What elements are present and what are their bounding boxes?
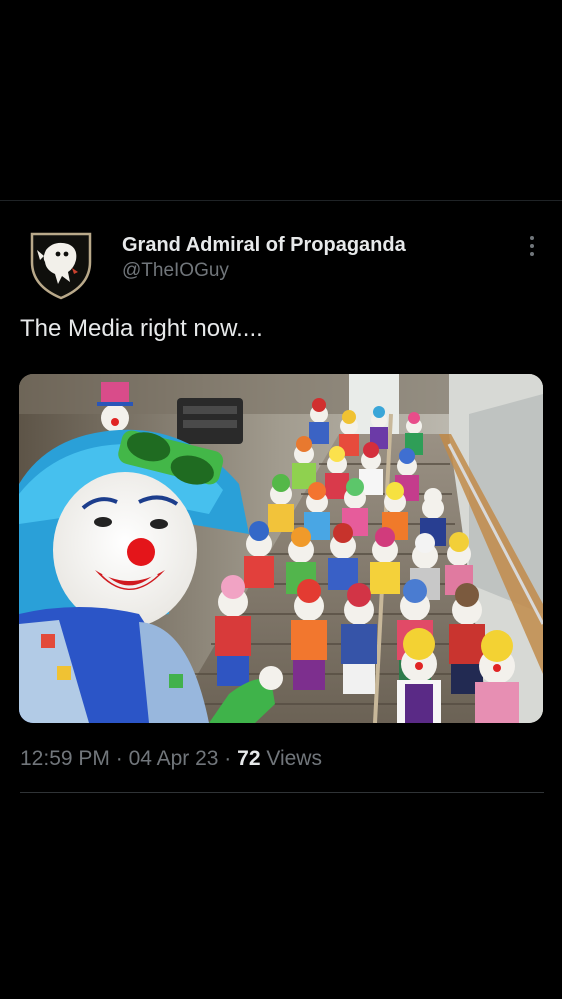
views-label: Views [260,747,322,770]
more-dot [530,252,534,256]
display-name[interactable]: Grand Admiral of Propaganda [122,232,406,258]
views-count[interactable]: 72 [237,747,260,770]
tweet-media-photo[interactable] [19,374,543,723]
tweet-time[interactable]: 12:59 PM [20,747,110,770]
user-handle[interactable]: @TheIOGuy [122,258,406,284]
meta-separator: · [109,747,129,770]
more-vertical-icon[interactable] [522,232,542,260]
clowns-on-staircase-photo [19,374,543,723]
shield-ghost-icon [30,232,92,300]
tweet-text: The Media right now.... [20,315,263,342]
tweet-date[interactable]: 04 Apr 23 [129,747,219,770]
bottom-divider [20,792,544,793]
avatar[interactable] [28,228,94,300]
top-divider [0,200,562,201]
meta-separator: · [218,747,238,770]
more-dot [530,244,534,248]
user-block: Grand Admiral of Propaganda @TheIOGuy [122,232,406,284]
tweet-meta: 12:59 PM · 04 Apr 23 · 72 Views [20,744,322,774]
tweet-header: Grand Admiral of Propaganda @TheIOGuy [28,228,548,304]
more-dot [530,236,534,240]
